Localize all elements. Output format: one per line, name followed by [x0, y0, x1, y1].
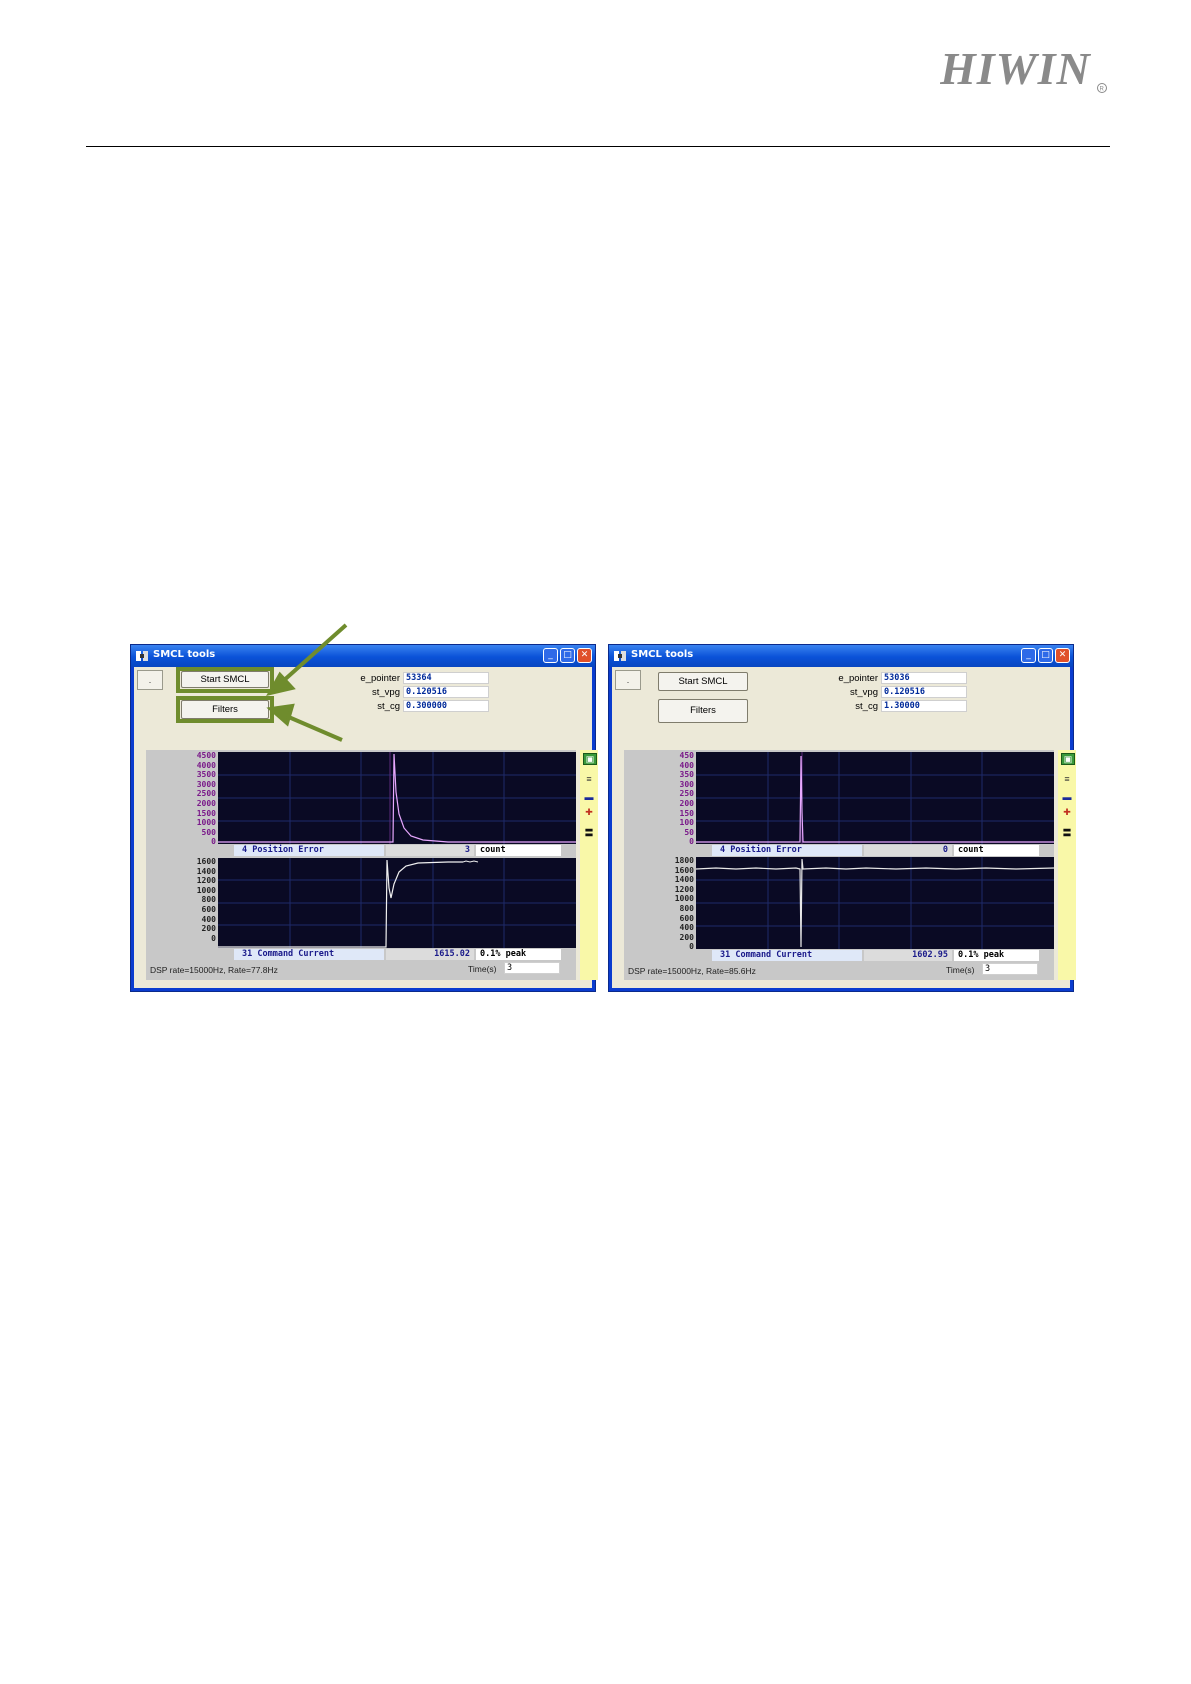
param-label-st-vpg: st_vpg [850, 687, 878, 698]
bottom-channel-name[interactable]: 31 Command Current [712, 950, 862, 961]
top-trace [696, 752, 1054, 844]
time-label: Time(s) [468, 964, 497, 974]
header-rule [86, 146, 1110, 147]
param-field-st-vpg[interactable]: 0.120516 [403, 686, 489, 698]
bottom-channel-value: 1602.95 [864, 950, 952, 961]
filters-button[interactable]: Filters [658, 699, 748, 723]
app-icon [136, 651, 148, 661]
window-client: . Start SMCL Filters e_pointer 53364 st_… [134, 667, 598, 988]
top-axis-ticks: 4500 4000 3500 3000 2500 2000 1500 1000 500 0 [196, 751, 216, 847]
small-button[interactable]: . [137, 670, 163, 690]
bottom-channel-unit: 0.1% peak [476, 949, 561, 960]
param-label-e-pointer: e_pointer [360, 673, 400, 684]
svg-text:R: R [1100, 87, 1105, 93]
param-field-e-pointer[interactable]: 53364 [403, 672, 489, 684]
bottom-plot[interactable] [218, 858, 576, 948]
param-label-e-pointer: e_pointer [838, 673, 878, 684]
cross-icon[interactable]: ✚ [583, 807, 595, 817]
small-button[interactable]: . [615, 670, 641, 690]
bottom-channel-value: 1615.02 [386, 949, 474, 960]
bottom-axis-ticks: 1600 1400 1200 1000 800 600 400 200 0 [196, 857, 216, 943]
smcl-window-left: SMCL tools _ □ ✕ . Start SMCL Filters e_… [130, 644, 598, 992]
tool-sidebar: ▣ ≡ ▬ ✚ 〓 [1058, 750, 1076, 980]
app-icon [614, 651, 626, 661]
top-channel-unit: count [954, 845, 1039, 856]
maximize-button[interactable]: □ [560, 648, 575, 663]
bottom-axis-ticks: 1800 1600 1400 1200 1000 800 600 400 200 0 [674, 856, 694, 952]
time-label: Time(s) [946, 965, 975, 975]
bar-icon[interactable]: ▬ [583, 792, 595, 802]
maximize-button[interactable]: □ [1038, 648, 1053, 663]
time-field[interactable]: 3 [982, 963, 1038, 975]
time-field[interactable]: 3 [504, 962, 560, 974]
scope-panel: 450 400 350 300 250 200 150 100 50 0 4 Position E… [624, 750, 1055, 980]
trigger-icon[interactable]: ▣ [583, 753, 597, 765]
param-label-st-cg: st_cg [855, 701, 878, 712]
hiwin-logo: HIWIN R [940, 44, 1107, 94]
equals-icon[interactable]: 〓 [583, 828, 595, 838]
param-field-st-vpg[interactable]: 0.120516 [881, 686, 967, 698]
bottom-trace [218, 858, 576, 948]
top-trace [218, 752, 576, 844]
param-field-st-cg[interactable]: 1.30000 [881, 700, 967, 712]
close-button[interactable]: ✕ [577, 648, 592, 663]
title-bar[interactable]: SMCL tools _ □ ✕ [131, 645, 595, 667]
lines-icon[interactable]: ≡ [583, 774, 595, 784]
top-channel-name[interactable]: 4 Position Error [712, 845, 862, 856]
minimize-button[interactable]: _ [543, 648, 558, 663]
top-plot[interactable] [218, 752, 576, 844]
trigger-icon[interactable]: ▣ [1061, 753, 1075, 765]
top-channel-name[interactable]: 4 Position Error [234, 845, 384, 856]
bottom-channel-unit: 0.1% peak [954, 950, 1039, 961]
filters-button[interactable]: Filters [181, 700, 269, 719]
top-channel-value: 0 [864, 845, 952, 856]
status-text: DSP rate=15000Hz, Rate=77.8Hz [150, 965, 278, 975]
bottom-channel-name[interactable]: 31 Command Current [234, 949, 384, 960]
param-label-st-cg: st_cg [377, 701, 400, 712]
top-axis-ticks: 450 400 350 300 250 200 150 100 50 0 [679, 751, 694, 847]
top-channel-value: 3 [386, 845, 474, 856]
start-smcl-button[interactable]: Start SMCL [658, 672, 748, 691]
scope-panel: 4500 4000 3500 3000 2500 2000 1500 1000 500 0 4 P… [146, 750, 576, 980]
tool-sidebar: ▣ ≡ ▬ ✚ 〓 [580, 750, 598, 980]
logo-text: HIWIN [940, 44, 1091, 94]
bar-icon[interactable]: ▬ [1061, 792, 1073, 802]
lines-icon[interactable]: ≡ [1061, 774, 1073, 784]
cross-icon[interactable]: ✚ [1061, 807, 1073, 817]
param-field-st-cg[interactable]: 0.300000 [403, 700, 489, 712]
window-title: SMCL tools [631, 649, 694, 660]
param-label-st-vpg: st_vpg [372, 687, 400, 698]
top-channel-unit: count [476, 845, 561, 856]
top-plot[interactable] [696, 752, 1054, 844]
start-smcl-button[interactable]: Start SMCL [181, 671, 269, 688]
window-client: . Start SMCL Filters e_pointer 53036 st_… [612, 667, 1076, 988]
minimize-button[interactable]: _ [1021, 648, 1036, 663]
window-title: SMCL tools [153, 649, 216, 660]
status-text: DSP rate=15000Hz, Rate=85.6Hz [628, 966, 756, 976]
equals-icon[interactable]: 〓 [1061, 828, 1073, 838]
close-button[interactable]: ✕ [1055, 648, 1070, 663]
bottom-plot[interactable] [695, 857, 1055, 949]
bottom-trace [695, 857, 1055, 949]
smcl-window-right: SMCL tools _ □ ✕ . Start SMCL Filters e_… [608, 644, 1076, 992]
param-field-e-pointer[interactable]: 53036 [881, 672, 967, 684]
title-bar[interactable]: SMCL tools _ □ ✕ [609, 645, 1073, 667]
